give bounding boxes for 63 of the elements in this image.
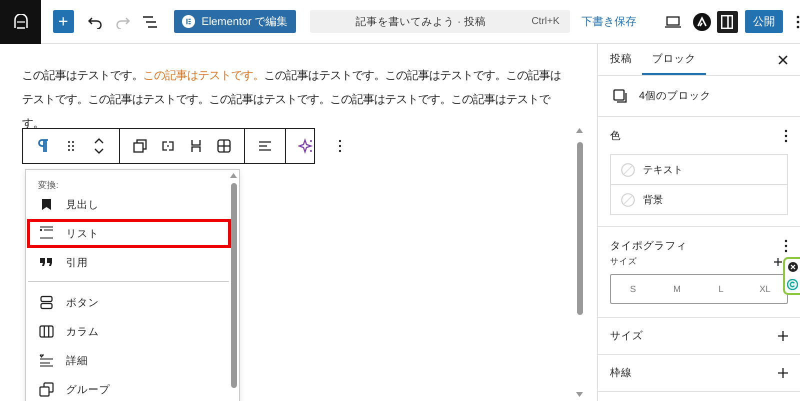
menu-heading: 変換: (38, 179, 59, 190)
block-count-label: 4個のブロック (639, 89, 711, 103)
desktop-preview-icon[interactable] (664, 16, 681, 28)
empty-swatch-icon (621, 162, 635, 176)
settings-toggle-button[interactable] (716, 10, 738, 32)
grammar-check-icon[interactable] (787, 278, 798, 290)
font-size-option[interactable]: M (655, 275, 699, 303)
panel-title: 色 (610, 128, 621, 142)
save-draft-button[interactable]: 下書き保存 (576, 13, 643, 30)
sparkle-icon[interactable] (298, 138, 314, 154)
more-options-icon[interactable] (796, 14, 800, 28)
add-block-button[interactable]: + (53, 10, 74, 33)
close-icon[interactable] (788, 262, 798, 272)
field-label: サイズ (610, 256, 637, 268)
plus-icon[interactable] (774, 258, 782, 266)
elementor-edit-button[interactable]: Elementor で編集 (174, 10, 296, 33)
columns-icon (39, 324, 54, 339)
list-view-icon[interactable] (142, 16, 158, 28)
list-icon (39, 226, 54, 241)
font-size-option[interactable]: L (699, 275, 743, 303)
plus-icon[interactable] (778, 368, 788, 378)
font-size-option[interactable]: S (611, 275, 655, 303)
scroll-up-icon[interactable] (230, 173, 237, 178)
panel-title: サイズ (610, 329, 643, 343)
panel-title: 枠線 (610, 366, 632, 380)
close-icon[interactable] (778, 54, 788, 64)
bookmark-icon (39, 197, 54, 212)
menu-item[interactable]: グループ (27, 375, 231, 401)
publish-button[interactable]: 公開 (745, 10, 783, 33)
menu-item[interactable]: ボタン (27, 288, 231, 317)
scroll-down-icon[interactable] (576, 392, 583, 397)
scrollbar-thumb[interactable] (577, 142, 583, 315)
font-size-option[interactable]: XL (743, 275, 787, 303)
undo-icon[interactable] (88, 14, 102, 28)
empty-swatch-icon (621, 192, 635, 206)
paragraph-icon[interactable] (35, 138, 51, 154)
menu-item[interactable]: リスト (27, 219, 231, 248)
avatar-icon[interactable] (692, 12, 711, 30)
more-options-icon[interactable] (784, 238, 788, 252)
sidebar-tab[interactable]: ブロック (642, 44, 706, 75)
scroll-up-icon[interactable] (576, 128, 583, 133)
color-option[interactable]: テキスト (611, 155, 787, 184)
menu-item[interactable]: カラム (27, 317, 231, 346)
command-bar[interactable]: 記事を書いてみよう · 投稿 Ctrl+K (310, 10, 570, 33)
duplicate-icon[interactable] (132, 138, 148, 154)
menu-item[interactable]: 見出し (27, 190, 231, 219)
color-option[interactable]: 背景 (611, 184, 787, 214)
group-icon (39, 382, 54, 397)
panel-title: タイポグラフィ (610, 238, 687, 252)
plus-icon[interactable] (778, 331, 788, 341)
sidebar-icon (721, 14, 734, 28)
sidebar-tab[interactable]: 投稿 (600, 44, 642, 75)
site-logo-icon[interactable] (12, 14, 30, 30)
more-options-icon[interactable] (784, 128, 788, 142)
buttons-icon (39, 295, 54, 310)
details-icon (39, 353, 54, 368)
menu-item[interactable]: 詳細 (27, 346, 231, 375)
grid-icon[interactable] (216, 138, 232, 154)
floating-widget[interactable] (783, 257, 800, 295)
scrollbar-thumb[interactable] (231, 183, 237, 388)
menu-item[interactable]: 引用 (27, 248, 231, 277)
stack-icon (613, 89, 627, 103)
elementor-icon (182, 15, 195, 28)
